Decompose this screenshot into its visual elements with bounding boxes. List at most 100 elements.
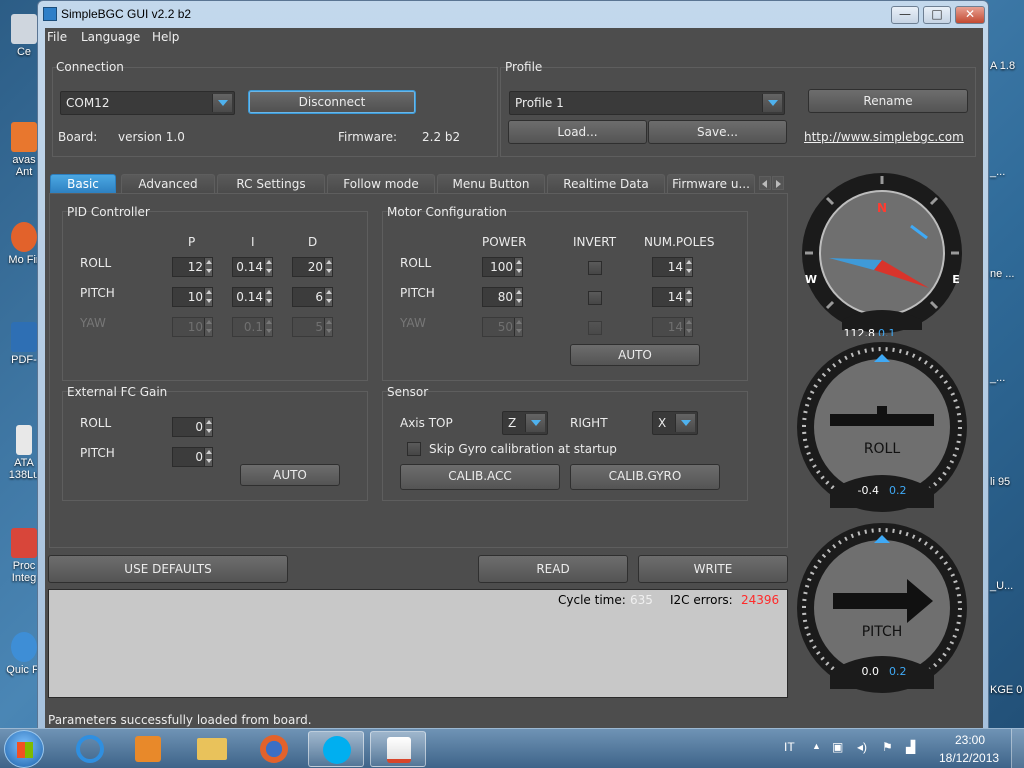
pid-header-d: D — [308, 235, 318, 249]
tab-rc-settings[interactable]: RC Settings — [217, 174, 325, 194]
stepper-arrows[interactable] — [204, 258, 212, 276]
windows-logo-icon — [17, 742, 33, 758]
tab-firmware-update[interactable]: Firmware u... — [667, 174, 755, 194]
pid-pitch-d[interactable]: 6 — [292, 287, 333, 307]
stepper-arrows[interactable] — [684, 288, 692, 306]
pid-pitch-p[interactable]: 10 — [172, 287, 213, 307]
tab-menu-button[interactable]: Menu Button — [437, 174, 545, 194]
chevron-down-icon — [212, 94, 232, 112]
pid-header-p: P — [188, 235, 196, 249]
ext-fc-auto-button[interactable]: AUTO — [240, 464, 340, 486]
show-desktop-button[interactable] — [1011, 729, 1024, 768]
website-link[interactable]: http://www.simplebgc.com — [804, 130, 964, 144]
pid-pitch-i[interactable]: 0.14 — [232, 287, 273, 307]
menu-file[interactable]: File — [47, 30, 67, 44]
clock-date[interactable]: 18/12/2013 — [939, 751, 999, 765]
clock-time[interactable]: 23:00 — [955, 733, 985, 747]
ext-fc-title: External FC Gain — [67, 385, 168, 399]
taskbar-app[interactable] — [184, 731, 240, 767]
tab-scroll-left-button[interactable] — [759, 176, 771, 190]
read-button[interactable]: READ — [478, 555, 628, 583]
taskbar-app[interactable] — [308, 731, 364, 767]
calib-gyro-button[interactable]: CALIB.GYRO — [570, 464, 720, 490]
use-defaults-button[interactable]: USE DEFAULTS — [48, 555, 288, 583]
maximize-button[interactable]: □ — [923, 6, 951, 24]
start-button[interactable] — [4, 730, 44, 768]
save-button[interactable]: Save... — [648, 120, 787, 144]
close-button[interactable]: ✕ — [955, 6, 985, 24]
disconnect-button[interactable]: Disconnect — [248, 90, 416, 114]
app-icon — [43, 7, 57, 21]
stepper-arrows[interactable] — [204, 418, 212, 436]
pitch-value-b: 0.2 — [889, 665, 907, 678]
motor-auto-button[interactable]: AUTO — [570, 344, 700, 366]
title-bar[interactable]: SimpleBGC GUI v2.2 b2 — □ ✕ — [38, 1, 988, 28]
ext-fc-roll-gain[interactable]: 0 — [172, 417, 213, 437]
stepper-arrows[interactable] — [204, 288, 212, 306]
menu-help[interactable]: Help — [152, 30, 179, 44]
taskbar-app[interactable] — [370, 731, 426, 767]
explorer-icon — [197, 738, 227, 760]
stepper-arrows[interactable] — [514, 288, 522, 306]
desktop-icon-label[interactable]: A 1.8 — [990, 60, 1024, 72]
minimize-button[interactable]: — — [891, 6, 919, 24]
pid-roll-i[interactable]: 0.14 — [232, 257, 273, 277]
tab-scroll-right-button[interactable] — [772, 176, 784, 190]
stepper-arrows[interactable] — [324, 258, 332, 276]
taskbar-app[interactable] — [120, 731, 176, 767]
desktop-icon-label[interactable]: li 95 — [990, 476, 1024, 488]
stepper-arrows[interactable] — [264, 258, 272, 276]
stepper-arrows[interactable] — [204, 448, 212, 466]
stepper-arrows[interactable] — [324, 288, 332, 306]
axis-right-select[interactable]: X — [652, 411, 698, 435]
internet-explorer-icon — [76, 735, 104, 763]
port-select[interactable]: COM12 — [60, 91, 235, 115]
calib-acc-button[interactable]: CALIB.ACC — [400, 464, 560, 490]
rename-button[interactable]: Rename — [808, 89, 968, 113]
tab-follow-mode[interactable]: Follow mode — [327, 174, 435, 194]
motor-roll-power[interactable]: 100 — [482, 257, 523, 277]
desktop-icon-label[interactable]: _... — [990, 166, 1024, 178]
ext-fc-pitch-gain[interactable]: 0 — [172, 447, 213, 467]
tray-signal-icon[interactable]: ▟ — [906, 740, 915, 754]
taskbar-app[interactable] — [246, 731, 302, 767]
motor-pitch-power[interactable]: 80 — [482, 287, 523, 307]
profile-select[interactable]: Profile 1 — [509, 91, 785, 115]
stepper-arrows[interactable] — [264, 288, 272, 306]
desktop-icon-label[interactable]: _... — [990, 372, 1024, 384]
pid-header-i: I — [251, 235, 255, 249]
tray-network-icon[interactable]: ▣ — [832, 740, 843, 754]
desktop-icon-label[interactable]: _U... — [990, 580, 1024, 592]
desktop-icon-label[interactable]: ne ... — [990, 268, 1024, 280]
pid-roll-d[interactable]: 20 — [292, 257, 333, 277]
tab-realtime-data[interactable]: Realtime Data — [547, 174, 665, 194]
menu-bar: File Language Help — [45, 28, 983, 48]
menu-language[interactable]: Language — [81, 30, 140, 44]
tray-show-hidden-icon[interactable]: ▲ — [812, 741, 821, 751]
stepper-arrows — [324, 318, 332, 336]
desktop-icon-label[interactable]: KGE 0 — [990, 684, 1024, 696]
tab-advanced[interactable]: Advanced — [121, 174, 215, 194]
load-button[interactable]: Load... — [508, 120, 647, 144]
pid-roll-p[interactable]: 12 — [172, 257, 213, 277]
tray-flag-icon[interactable]: ⚑ — [882, 740, 893, 754]
motor-pitch-poles[interactable]: 14 — [652, 287, 693, 307]
motor-roll-invert-checkbox[interactable] — [588, 261, 602, 275]
stepper-arrows[interactable] — [684, 258, 692, 276]
write-button[interactable]: WRITE — [638, 555, 788, 583]
motor-roll-poles[interactable]: 14 — [652, 257, 693, 277]
motor-pitch-invert-checkbox[interactable] — [588, 291, 602, 305]
motor-yaw-invert-checkbox — [588, 321, 602, 335]
motor-header-power: POWER — [482, 235, 527, 249]
tray-volume-icon[interactable]: ◂) — [857, 740, 867, 754]
stepper-arrows — [684, 318, 692, 336]
tray-language[interactable]: IT — [784, 740, 795, 754]
skip-gyro-checkbox[interactable] — [407, 442, 421, 456]
stepper-arrows[interactable] — [514, 258, 522, 276]
taskbar-app[interactable] — [62, 731, 118, 767]
compass-gauge: N W E 112.8 0.1 — [802, 173, 962, 336]
tab-basic[interactable]: Basic — [50, 174, 116, 194]
axis-top-select[interactable]: Z — [502, 411, 548, 435]
compass-west-label: W — [805, 273, 817, 286]
log-area[interactable]: Cycle time: 635 I2C errors: 24396 — [48, 589, 788, 698]
